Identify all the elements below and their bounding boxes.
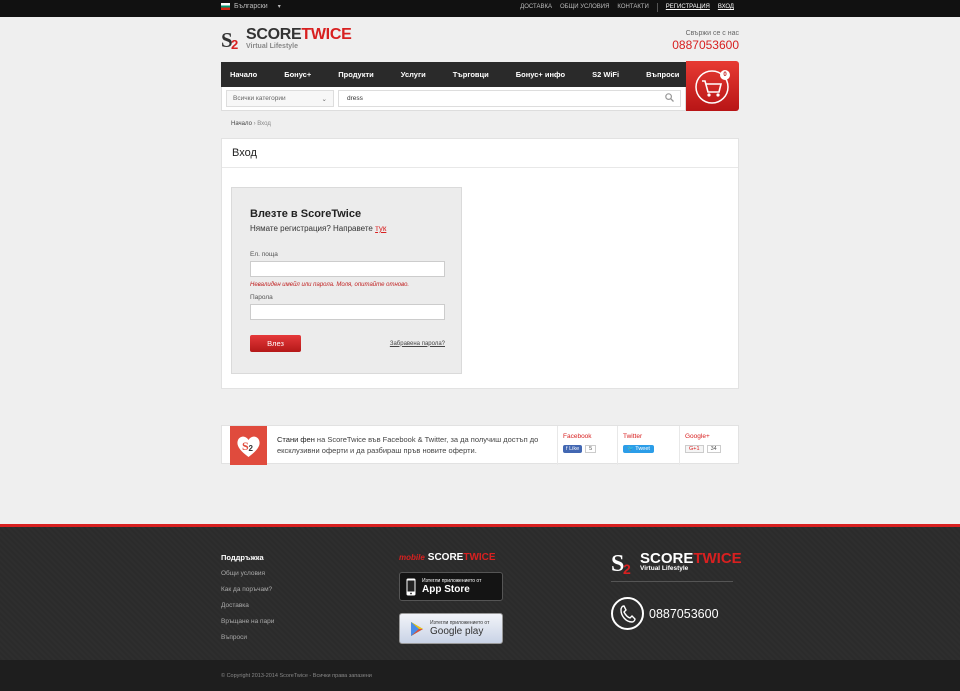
nav-item-wifi[interactable]: S2 WiFi (592, 70, 619, 79)
app-store-label: App Store (422, 584, 470, 595)
main-nav: Начало Бонус+ Продукти Услуги Търговци Б… (221, 62, 686, 87)
search-input[interactable] (338, 90, 681, 107)
footer-link-how-to-order[interactable]: Как да поръчам? (221, 586, 274, 593)
nav-item-merchants[interactable]: Търговци (453, 70, 489, 79)
contact-label: Свържи се с нас (685, 30, 739, 37)
cart-count-badge: 0 (720, 70, 730, 80)
footer-divider (611, 581, 733, 582)
footer-phone-number[interactable]: 0887053600 (649, 607, 719, 621)
fan-message: Стани фен на ScoreTwice във Facebook & T… (277, 434, 552, 456)
search-icon[interactable] (665, 93, 674, 102)
facebook-box: Facebook f Like 5 (557, 426, 617, 465)
login-heading: Влезте в ScoreTwice (250, 208, 362, 220)
content-panel: Вход Влезте в ScoreTwice Нямате регистра… (221, 138, 739, 389)
top-links: ДОСТАВКА ОБЩИ УСЛОВИЯ КОНТАКТИ РЕГИСТРАЦ… (520, 3, 734, 12)
language-label: Български (234, 3, 268, 10)
twitter-box: Twitter 🐦 Tweet (617, 426, 679, 465)
footer-link-questions[interactable]: Въпроси (221, 634, 274, 641)
footer-link-refunds[interactable]: Връщане на пари (221, 618, 274, 625)
google-label: Google+ (685, 433, 710, 440)
google-box: Google+ G+1 34 (679, 426, 740, 465)
register-link[interactable]: тук (375, 224, 386, 233)
svg-text:2: 2 (249, 444, 254, 453)
svg-text:2: 2 (623, 561, 631, 575)
phone-icon (611, 597, 644, 630)
twitter-tweet-button[interactable]: 🐦 Tweet (623, 445, 654, 453)
phone-device-icon (406, 578, 416, 595)
bulgarian-flag-icon (221, 3, 230, 10)
google-plus-count: 34 (706, 445, 721, 453)
search-bar: Всички категории ⌄ (221, 87, 686, 111)
support-title: Поддръжка (221, 553, 264, 562)
category-select[interactable]: Всички категории ⌄ (226, 90, 334, 107)
fan-cta: Стани фен (277, 435, 315, 444)
mobile-app-title: mobile SCORETWICE (399, 552, 496, 563)
facebook-label: Facebook (563, 433, 592, 440)
google-plus-one-button[interactable]: G+1 (685, 445, 704, 453)
top-link-register[interactable]: РЕГИСТРАЦИЯ (666, 4, 710, 12)
password-label: Парола (250, 294, 273, 301)
footer-phone: 0887053600 (611, 597, 719, 630)
register-prompt: Нямате регистрация? Направете тук (250, 224, 443, 233)
nav-item-bonus[interactable]: Бонус+ (284, 70, 311, 79)
breadcrumb-separator: › (253, 121, 256, 127)
fan-heart-icon: S 2 (230, 426, 267, 465)
contact-phone[interactable]: 0887053600 (672, 38, 739, 52)
divider (656, 3, 658, 12)
s2-logo-icon: S 2 (221, 28, 243, 52)
google-play-button[interactable]: Изтегли приложението от Google play (399, 613, 503, 644)
shopping-cart-icon (695, 70, 729, 104)
page-title: Вход (222, 139, 738, 168)
svg-text:2: 2 (231, 37, 238, 50)
facebook-like-button[interactable]: f Like (563, 445, 583, 453)
app-store-button[interactable]: Изтегли приложението от App Store (399, 572, 503, 601)
chevron-down-icon: ▾ (277, 4, 281, 10)
site-logo[interactable]: S 2 SCORETWICE Virtual Lifestyle (221, 26, 352, 52)
nav-item-questions[interactable]: Въпроси (646, 70, 679, 79)
chevron-down-icon: ⌄ (321, 95, 327, 103)
footer-link-terms[interactable]: Общи условия (221, 570, 274, 577)
login-button[interactable]: Влез (250, 335, 301, 352)
nav-item-bonus-info[interactable]: Бонус+ инфо (516, 70, 565, 79)
language-selector[interactable]: Български ▾ (221, 3, 281, 10)
breadcrumb-home[interactable]: Начало (231, 121, 252, 127)
top-link-contacts[interactable]: КОНТАКТИ (617, 4, 648, 12)
footer-logo: S 2 SCORETWICE Virtual Lifestyle (611, 549, 742, 575)
footer-logo-name: SCORETWICE (640, 550, 742, 568)
breadcrumb-current: Вход (257, 121, 271, 127)
top-link-terms[interactable]: ОБЩИ УСЛОВИЯ (560, 4, 609, 12)
social-bar: S 2 Стани фен на ScoreTwice във Facebook… (221, 425, 740, 465)
google-play-icon (411, 621, 423, 636)
top-link-delivery[interactable]: ДОСТАВКА (520, 4, 552, 12)
logo-tagline: Virtual Lifestyle (246, 43, 299, 50)
email-field[interactable] (250, 261, 445, 277)
google-play-label: Google play (430, 626, 484, 637)
footer-link-delivery[interactable]: Доставка (221, 602, 274, 609)
footer-support: Поддръжка Общи условия Как да поръчам? Д… (221, 553, 274, 650)
email-label: Ел. поща (250, 251, 278, 258)
cart-button[interactable]: 0 (686, 61, 739, 111)
nav-item-home[interactable]: Начало (230, 70, 257, 79)
s2-logo-icon: S 2 (611, 551, 631, 575)
forgot-password-link[interactable]: Забравена парола? (390, 341, 445, 347)
top-link-login[interactable]: ВХОД (718, 4, 734, 12)
nav-item-products[interactable]: Продукти (338, 70, 374, 79)
password-field[interactable] (250, 304, 445, 320)
logo-name: SCORETWICE (246, 26, 352, 43)
register-text: Нямате регистрация? Направете (250, 224, 373, 233)
fan-message-body: на ScoreTwice във Facebook & Twitter, за… (277, 435, 539, 455)
login-form: Влезте в ScoreTwice Нямате регистрация? … (231, 187, 462, 374)
top-bar: Български ▾ ДОСТАВКА ОБЩИ УСЛОВИЯ КОНТАК… (0, 0, 960, 17)
category-select-value: Всички категории (233, 95, 286, 102)
login-error-message: Невалиден имейл или парола. Моля, опитай… (250, 282, 410, 288)
copyright-text: © Copyright 2013-2014 ScoreTwice - Всичк… (221, 673, 372, 679)
site-footer: Поддръжка Общи условия Как да поръчам? Д… (0, 524, 960, 691)
nav-item-services[interactable]: Услуги (401, 70, 426, 79)
facebook-like-count: 5 (585, 445, 597, 453)
twitter-label: Twitter (623, 433, 643, 440)
header-contact: Свържи се с нас 0887053600 (672, 30, 739, 52)
copyright-bar: © Copyright 2013-2014 ScoreTwice - Всичк… (0, 660, 960, 691)
breadcrumb: Начало › Вход (231, 121, 271, 127)
